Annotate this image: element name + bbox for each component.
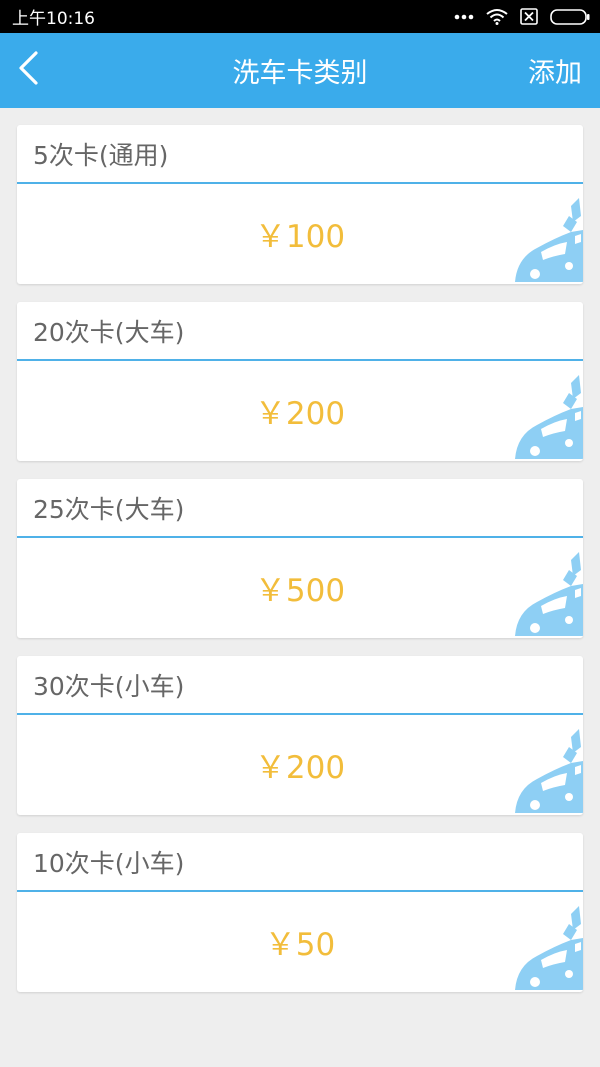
nav-bar: 洗车卡类别 添加 (0, 33, 600, 108)
card-list: 5次卡(通用) ￥100 20次卡(大车) ￥200 25次卡(大车) ￥500… (17, 125, 583, 1010)
card-item[interactable]: 25次卡(大车) ￥500 (17, 479, 583, 638)
status-time: 上午10:16 (12, 9, 95, 29)
page-title: 洗车卡类别 (232, 58, 368, 89)
card-item[interactable]: 20次卡(大车) ￥200 (17, 302, 583, 461)
card-price: ￥500 (254, 572, 346, 609)
more-dots-icon (454, 14, 474, 20)
car-icon (511, 550, 583, 636)
card-item[interactable]: 30次卡(小车) ￥200 (17, 656, 583, 815)
card-body: ￥200 (17, 715, 583, 813)
card-price: ￥200 (254, 749, 346, 786)
card-body: ￥200 (17, 361, 583, 459)
card-body: ￥100 (17, 184, 583, 282)
card-title: 10次卡(小车) (17, 833, 583, 892)
card-price: ￥50 (264, 926, 336, 963)
card-item[interactable]: 5次卡(通用) ￥100 (17, 125, 583, 284)
sim-off-icon (520, 8, 538, 25)
card-body: ￥50 (17, 892, 583, 990)
car-icon (511, 904, 583, 990)
card-price: ￥200 (254, 395, 346, 432)
card-title: 5次卡(通用) (17, 125, 583, 184)
card-body: ￥500 (17, 538, 583, 636)
battery-icon (550, 8, 590, 25)
card-item[interactable]: 10次卡(小车) ￥50 (17, 833, 583, 992)
wifi-icon (486, 8, 508, 25)
card-title: 20次卡(大车) (17, 302, 583, 361)
car-icon (511, 727, 583, 813)
car-icon (511, 196, 583, 282)
status-icons (454, 8, 590, 25)
card-price: ￥100 (254, 218, 346, 255)
add-button[interactable]: 添加 (528, 33, 582, 108)
status-bar: 上午10:16 (0, 0, 600, 33)
car-icon (511, 373, 583, 459)
back-button[interactable] (8, 47, 48, 93)
card-title: 25次卡(大车) (17, 479, 583, 538)
chevron-left-icon (17, 51, 39, 89)
card-title: 30次卡(小车) (17, 656, 583, 715)
